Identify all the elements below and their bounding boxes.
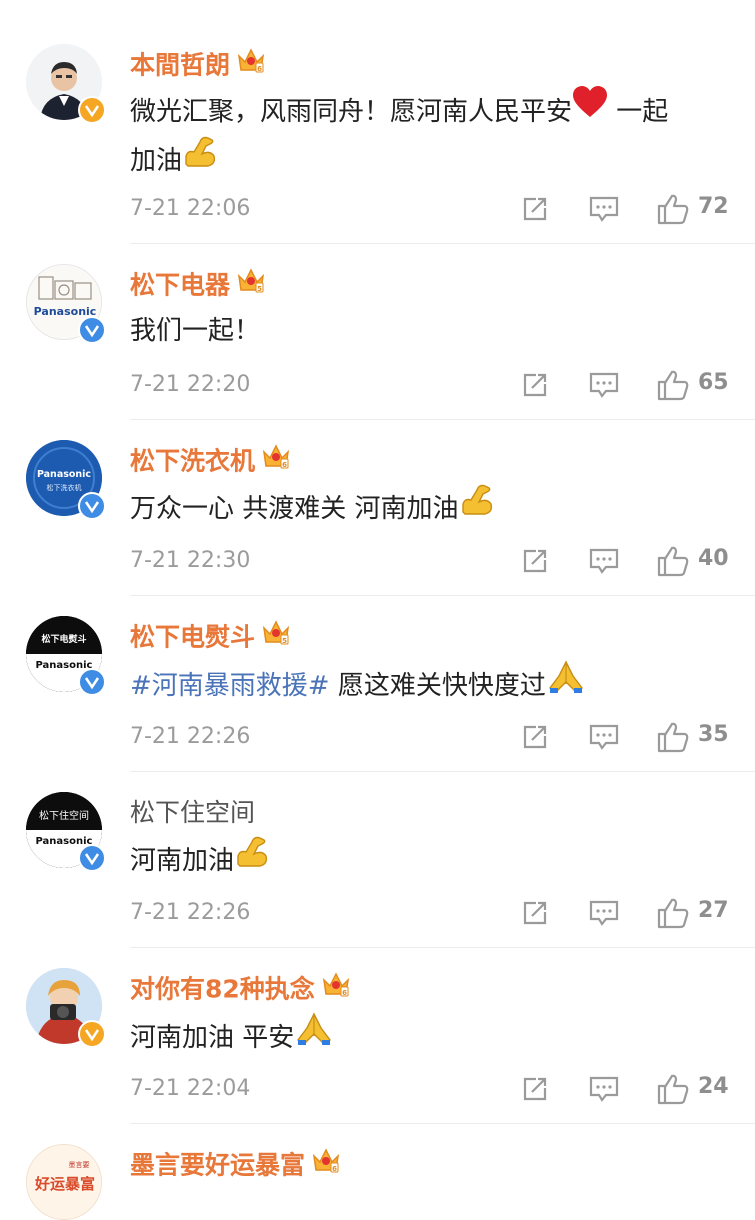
svg-text:5: 5 — [257, 285, 262, 293]
avatar-label: 好运暴富 — [34, 1175, 95, 1193]
flexed-biceps-emoji — [459, 482, 495, 531]
svg-text:5: 5 — [282, 637, 287, 645]
svg-text:6: 6 — [282, 461, 287, 469]
svg-text:6: 6 — [257, 65, 262, 73]
comment-text: 河南加油 — [130, 834, 730, 886]
like-count: 65 — [698, 370, 729, 395]
comment-text: 微光汇聚，风雨同舟！愿河南人民平安 一起 加油 — [130, 85, 730, 186]
comment-time: 7-21 22:06 — [130, 196, 251, 221]
svg-text:6: 6 — [342, 989, 347, 997]
comment-author[interactable]: 墨言要好运暴富 6 — [130, 1148, 341, 1185]
comment-icon[interactable] — [588, 370, 620, 404]
verified-badge-icon — [78, 668, 106, 696]
comment-actions: 35 — [516, 720, 736, 754]
like-count: 72 — [698, 194, 729, 219]
folded-hands-emoji — [546, 658, 586, 709]
comment-actions: 72 — [516, 192, 736, 226]
thumbs-up-icon[interactable] — [656, 1072, 690, 1110]
vip-crown-icon: 6 — [311, 1146, 341, 1183]
comment-icon[interactable] — [588, 1074, 620, 1108]
like-count: 24 — [698, 1074, 729, 1099]
comment-text: #河南暴雨救援# 愿这难关快快度过 — [130, 658, 730, 712]
comment-icon[interactable] — [588, 546, 620, 580]
comment-icon[interactable] — [588, 722, 620, 756]
comment-author[interactable]: 松下洗衣机 6 — [130, 444, 291, 481]
flexed-biceps-emoji — [234, 834, 270, 883]
comment-actions: 40 — [516, 544, 736, 578]
comment-author[interactable]: 对你有82种执念 6 — [130, 972, 351, 1009]
avatar-sublabel: 松下电熨斗 — [41, 633, 86, 645]
comment-time: 7-21 22:26 — [130, 900, 251, 925]
divider — [130, 595, 755, 596]
verified-badge-icon — [78, 1020, 106, 1048]
comment-icon[interactable] — [588, 194, 620, 228]
share-icon[interactable] — [520, 194, 550, 228]
divider — [130, 771, 755, 772]
divider — [130, 947, 755, 948]
share-icon[interactable] — [520, 722, 550, 756]
comment-time: 7-21 22:30 — [130, 548, 251, 573]
comment-time: 7-21 22:26 — [130, 724, 251, 749]
thumbs-up-icon[interactable] — [656, 192, 690, 230]
comment-author[interactable]: 松下电熨斗 5 — [130, 620, 291, 657]
comment-time: 7-21 22:20 — [130, 372, 251, 397]
avatar-sublabel: 墨言要 — [69, 1160, 90, 1169]
avatar-sublabel: 松下洗衣机 — [47, 483, 82, 492]
thumbs-up-icon[interactable] — [656, 896, 690, 934]
avatar[interactable]: 墨言要 好运暴富 — [26, 1144, 102, 1220]
share-icon[interactable] — [520, 1074, 550, 1108]
like-count: 27 — [698, 898, 729, 923]
share-icon[interactable] — [520, 898, 550, 932]
like-count: 40 — [698, 546, 729, 571]
comment-actions: 24 — [516, 1072, 736, 1106]
comment-icon[interactable] — [588, 898, 620, 932]
verified-badge-icon — [78, 316, 106, 344]
avatar-sublabel: 松下住空间 — [39, 809, 89, 822]
divider — [130, 1123, 755, 1124]
vip-crown-icon: 5 — [236, 266, 266, 303]
divider — [130, 243, 755, 244]
thumbs-up-icon[interactable] — [656, 544, 690, 582]
thumbs-up-icon[interactable] — [656, 368, 690, 406]
verified-badge-icon — [78, 96, 106, 124]
folded-hands-emoji — [294, 1010, 334, 1061]
svg-text:6: 6 — [332, 1165, 337, 1173]
vip-crown-icon: 6 — [236, 46, 266, 83]
hashtag-link[interactable]: #河南暴雨救援# — [130, 671, 330, 701]
thumbs-up-icon[interactable] — [656, 720, 690, 758]
comment-actions: 27 — [516, 896, 736, 930]
red-heart-emoji — [572, 85, 608, 134]
verified-badge-icon — [78, 492, 106, 520]
vip-crown-icon: 6 — [321, 970, 351, 1007]
avatar-label: Panasonic — [37, 469, 91, 480]
comment-text: 河南加油 平安 — [130, 1010, 730, 1064]
comment-text: 我们一起！ — [130, 316, 261, 346]
comment-actions: 65 — [516, 368, 736, 402]
share-icon[interactable] — [520, 370, 550, 404]
comment-time: 7-21 22:04 — [130, 1076, 251, 1101]
comment-text: 万众一心 共渡难关 河南加油 — [130, 482, 730, 534]
comment-author[interactable]: 松下住空间 — [130, 796, 255, 830]
divider — [130, 419, 755, 420]
verified-badge-icon — [78, 844, 106, 872]
vip-crown-icon: 6 — [261, 442, 291, 479]
comment-author[interactable]: 本間哲朗 6 — [130, 48, 266, 85]
vip-crown-icon: 5 — [261, 618, 291, 655]
share-icon[interactable] — [520, 546, 550, 580]
previous-item-fragment — [0, 0, 755, 12]
flexed-biceps-emoji — [182, 134, 218, 183]
like-count: 35 — [698, 722, 729, 747]
comment-author[interactable]: 松下电器 5 — [130, 268, 266, 305]
